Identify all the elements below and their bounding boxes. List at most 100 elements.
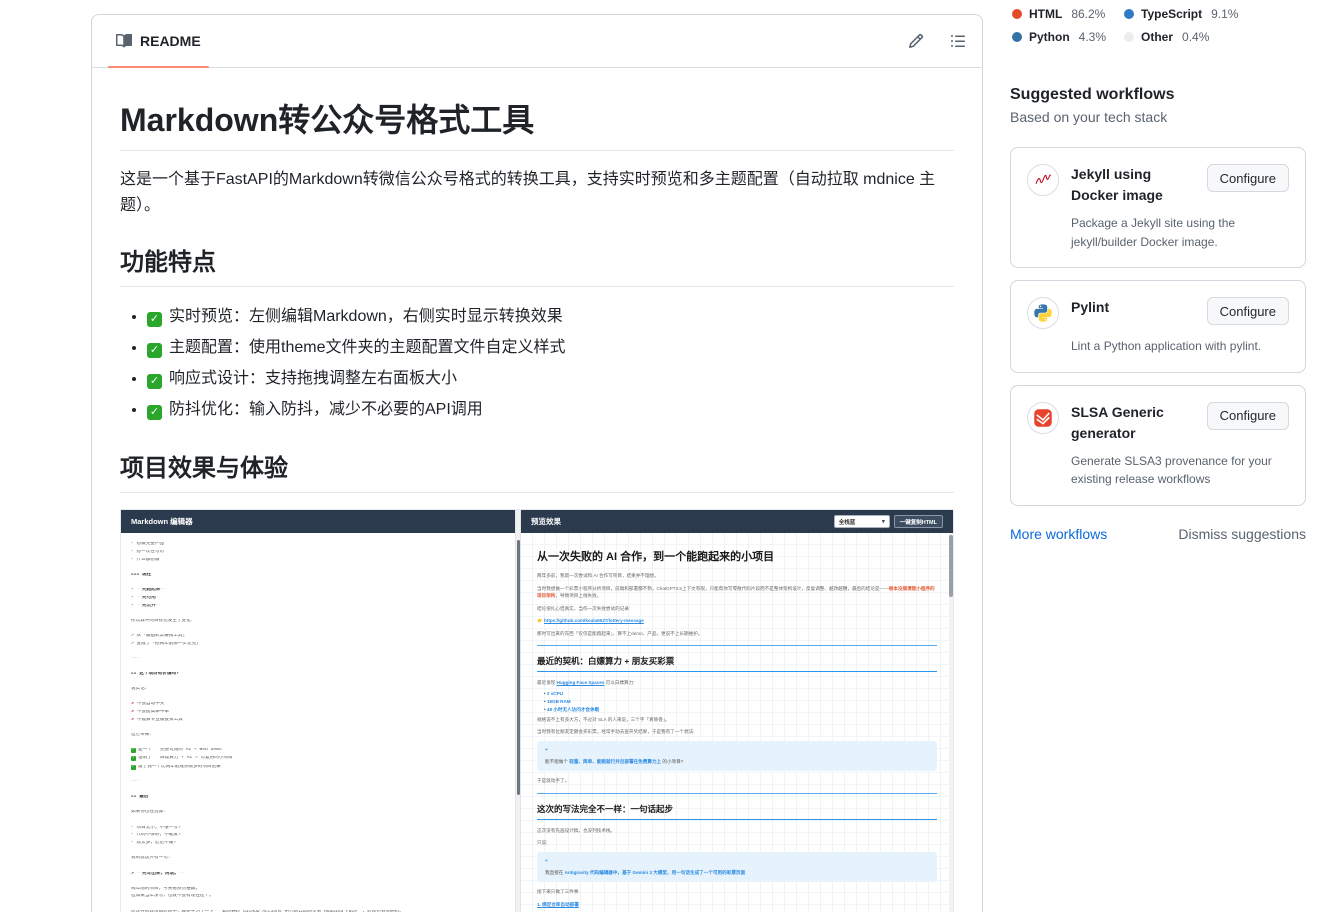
editor-line: 但它带来: [131,733,505,738]
language-dot [1012,9,1022,19]
feature-item: ✓主题配置：使用theme文件夹的主题配置文件自定义样式 [147,334,954,362]
editor-line: 但如果当年没写，也就不会有现在这个。 [131,894,505,899]
workflow-card-pylint: Pylint Configure Lint a Python applicati… [1010,280,1306,373]
language-dot [1124,32,1134,42]
preview-plink: 1. 绑定仓库自动部署 [537,901,937,908]
editor-line: - 想一次性写对 [131,550,505,555]
preview-p: 当时我有位朋友定期会买彩票，经常手动去查开奖结果，于是我有了一个想法: [537,728,937,735]
preview-li: 16GB RAM [544,699,937,704]
preview-plink: 最近发现 Hugging Face Spaces 可以白嫖算力: [537,679,937,686]
chevron-down-icon: ▾ [882,519,885,525]
preview-panel-header: 预览效果 全栈蓝▾ 一键复制HTML [521,510,953,533]
preview-li: 48 小时无人访问才会休眠 [544,707,937,713]
editor-line [131,803,505,807]
list-icon [950,33,966,49]
editor-line: ## 最后 [131,795,505,800]
preview-quote: 我直接在 Antigravity 代码编辑器中，基于 Gemini 3 大模型，… [537,852,937,882]
demo-screenshot-image[interactable]: Markdown 编辑器 - 想做完整产品- 想一次性写对- 什么都想做### … [120,509,954,912]
editor-line: - **先跑起来** [131,588,505,593]
editor-line [131,650,505,654]
language-dot [1124,9,1134,19]
preview-h2: 这次的写法完全不一样：一句话起步 [537,803,937,820]
editor-line [131,695,505,699]
configure-button[interactable]: Configure [1207,402,1289,430]
readme-body: Markdown转公众号格式工具 这是一个基于FastAPI的Markdown转… [92,68,982,912]
workflow-description: Package a Jekyll site using the jekyll/b… [1071,214,1289,251]
preview-content: 从一次失败的 AI 合作，到一个能跑起来的小项目两年多前，我第一次尝试和 AI … [521,533,953,912]
editor-line [131,818,505,822]
features-list: ✓ 实时预览：左侧编辑Markdown，右侧实时显示转换效果 ✓主题配置：使用th… [147,303,954,424]
preview-h2: 最近的契机：白嫖算力 + 朋友买彩票 [537,655,937,672]
editor-line: ### 现在 [131,573,505,578]
preview-hr [537,793,937,794]
language-percent: 9.1% [1211,7,1238,21]
python-logo-icon [1027,297,1059,329]
theme-select: 全栈蓝 ▾ [834,515,890,528]
edit-readme-button[interactable] [908,33,924,49]
configure-button[interactable]: Configure [1207,164,1289,192]
editor-line: ✗不会提高命中率 [131,710,505,715]
editor-line [131,665,505,669]
language-item-typescript[interactable]: TypeScript 9.1% [1124,7,1306,21]
feature-text: 实时预览：左侧编辑Markdown，右侧实时显示转换效果 [169,308,563,325]
editor-line: ✗不能算专业级投资工具 [131,718,505,723]
preview-plink: 👉 https://github.com/koala9527/lottery-m… [537,617,937,624]
configure-button[interactable]: Configure [1207,297,1289,325]
language-dot [1012,32,1022,42]
editor-line [131,788,505,792]
editor-line [131,864,505,868]
tab-readme[interactable]: README [108,15,209,67]
language-name: HTML [1029,7,1062,21]
jekyll-logo-icon [1027,164,1059,196]
editor-line: > **先写出来，再说。** [131,872,505,877]
copy-html-button: 一键复制HTML [894,515,943,528]
languages-legend: HTML 86.2% TypeScript 9.1% Python 4.3% O… [1010,0,1306,44]
page: README Markdown转公众号格式工具 这是一个基于FastAPI的Ma… [0,0,1332,912]
feature-text: 响应式设计：支持拖拽调整左右面板大小 [169,370,457,387]
dismiss-suggestions-link[interactable]: Dismiss suggestions [1178,526,1306,542]
editor-line: 我的建议只有一句: [131,856,505,861]
slsa-logo-icon [1027,402,1059,434]
language-name: Other [1141,30,1173,44]
editor-line: 如果你也在犹豫: [131,810,505,815]
screenshot-preview-panel: 预览效果 全栈蓝▾ 一键复制HTML 从一次失败的 AI 合作，到一个能跑起来的… [521,510,953,912]
preview-p: 结论很扎心但真实，当作一次失败尝试的记录: [537,605,937,612]
preview-p: 接下来只做了三件事: [537,888,937,895]
editor-line [131,849,505,853]
editor-line: - 项目太小，不值一写? [131,826,505,831]
workflow-card-jekyll: Jekyll using Docker image Configure Pack… [1010,147,1306,268]
preview-h1: 从一次失败的 AI 合作，到一个能跑起来的小项目 [537,548,937,564]
outline-button[interactable] [950,33,966,49]
check-icon: ✓ [147,343,162,358]
preview-p: 于是就动手了。 [537,777,937,784]
editor-line: 两年前的项目，今天看依然稚嫩， [131,887,505,892]
preview-p: 那时写出来的东西「仅仅是能跑起来」，算不上demo、产品，更说不上长期维护。 [537,630,937,637]
screenshot-editor-panel: Markdown 编辑器 - 想做完整产品- 想一次性写对- 什么都想做### … [121,510,515,912]
editor-line: - **先可用** [131,596,505,601]
editor-line [131,680,505,684]
book-icon [116,33,132,49]
editor-line: ✓是一个 **完整可跑的 AI + Web Demo** [131,748,505,753]
language-item-other[interactable]: Other 0.4% [1124,30,1306,44]
workflow-description: Generate SLSA3 provenance for your exist… [1071,452,1289,489]
preview-p: 只说: [537,839,937,846]
readme-card-header: README [92,15,982,68]
theme-select-value: 全栈蓝 [839,518,856,526]
editor-line: --- [131,657,505,662]
workflow-title: Jekyll using Docker image [1071,164,1191,206]
workflow-card-slsa: SLSA Generic generator Configure Generat… [1010,385,1306,506]
editor-line: ✗不会自动中奖 [131,702,505,707]
workflow-description: Lint a Python application with pylint. [1071,337,1289,356]
workflow-title: Pylint [1071,297,1191,318]
language-item-html[interactable]: HTML 86.2% [1012,7,1124,21]
preview-p: 这次没有先画设计稿，也没列技术栈。 [537,827,937,834]
preview-scrollbar-thumb [949,535,953,597]
language-name: TypeScript [1141,7,1202,21]
editor-line: - 想太多，迟迟不做? [131,841,505,846]
more-workflows-link[interactable]: More workflows [1010,526,1107,542]
sidebar: HTML 86.2% TypeScript 9.1% Python 4.3% O… [1010,0,1306,542]
feature-text: 防抖优化：输入防抖，减少不必要的API调用 [169,401,483,418]
language-item-python[interactable]: Python 4.3% [1012,30,1124,44]
editor-line [131,611,505,615]
pencil-icon [908,33,924,49]
